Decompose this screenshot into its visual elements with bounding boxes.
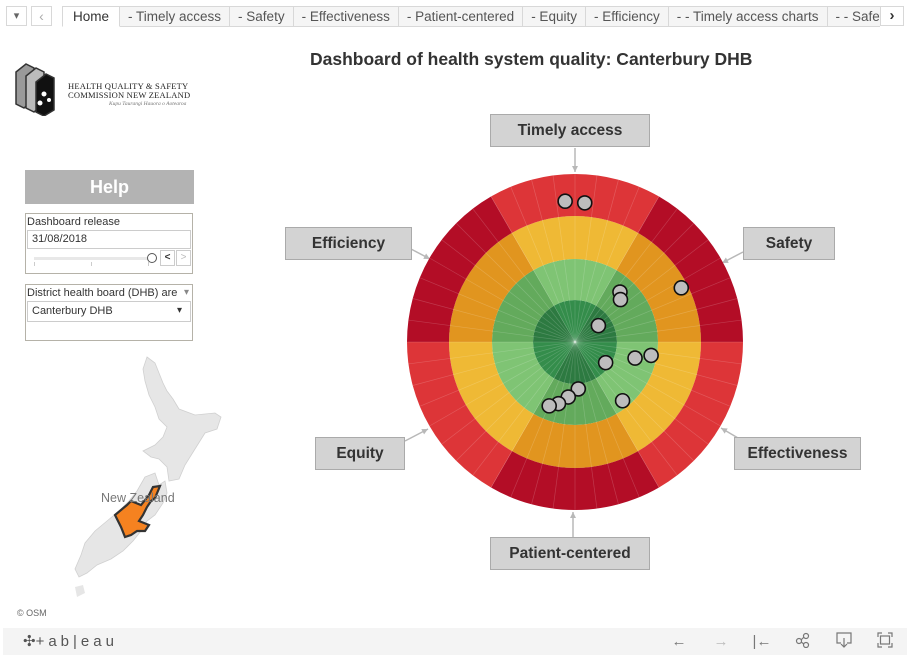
undo-icon[interactable]: ← (669, 632, 689, 652)
indicator-point[interactable] (614, 392, 631, 409)
arrow-head-icon (572, 166, 578, 172)
dimension-equity[interactable]: Equity (315, 437, 405, 470)
share-icon[interactable] (793, 632, 813, 652)
redo-icon[interactable]: → (711, 632, 731, 652)
tableau-toolbar: ✣+ab|eau ← → |← (3, 628, 907, 655)
indicator-point[interactable] (576, 195, 593, 211)
arrow-equity (404, 428, 429, 442)
indicator-point[interactable] (597, 354, 614, 371)
download-icon-glyph (836, 632, 852, 648)
download-icon[interactable] (834, 632, 854, 652)
indicator-point[interactable] (590, 317, 607, 334)
share-icon-glyph (795, 632, 810, 649)
dimension-timely-access[interactable]: Timely access (490, 114, 650, 147)
arrow-patient-centered (570, 512, 576, 537)
indicator-point[interactable] (557, 193, 573, 210)
arrow-timely-access (572, 148, 578, 172)
arrow-efficiency (410, 248, 431, 260)
chart-spokes (407, 174, 743, 510)
fullscreen-icon-glyph (877, 632, 893, 648)
fullscreen-icon[interactable] (875, 632, 895, 652)
indicator-point[interactable] (643, 347, 659, 364)
indicator-point[interactable] (541, 398, 557, 414)
tableau-brand: +ab|eau (35, 633, 118, 650)
dimension-safety[interactable]: Safety (743, 227, 835, 260)
tableau-logo-icon: ✣ (23, 633, 36, 650)
indicator-point[interactable] (627, 350, 643, 366)
tableau-logo[interactable]: ✣+ab|eau (23, 632, 118, 650)
indicator-point[interactable] (673, 280, 690, 296)
arrow-head-icon (570, 512, 576, 518)
quality-target-chart (404, 148, 744, 537)
indicator-point[interactable] (612, 291, 629, 308)
dimension-effectiveness[interactable]: Effectiveness (734, 437, 861, 470)
dimension-patient-centered[interactable]: Patient-centered (490, 537, 650, 570)
revert-icon[interactable]: |← (752, 632, 772, 652)
dimension-efficiency[interactable]: Efficiency (285, 227, 412, 260)
arrow-safety (721, 251, 744, 264)
